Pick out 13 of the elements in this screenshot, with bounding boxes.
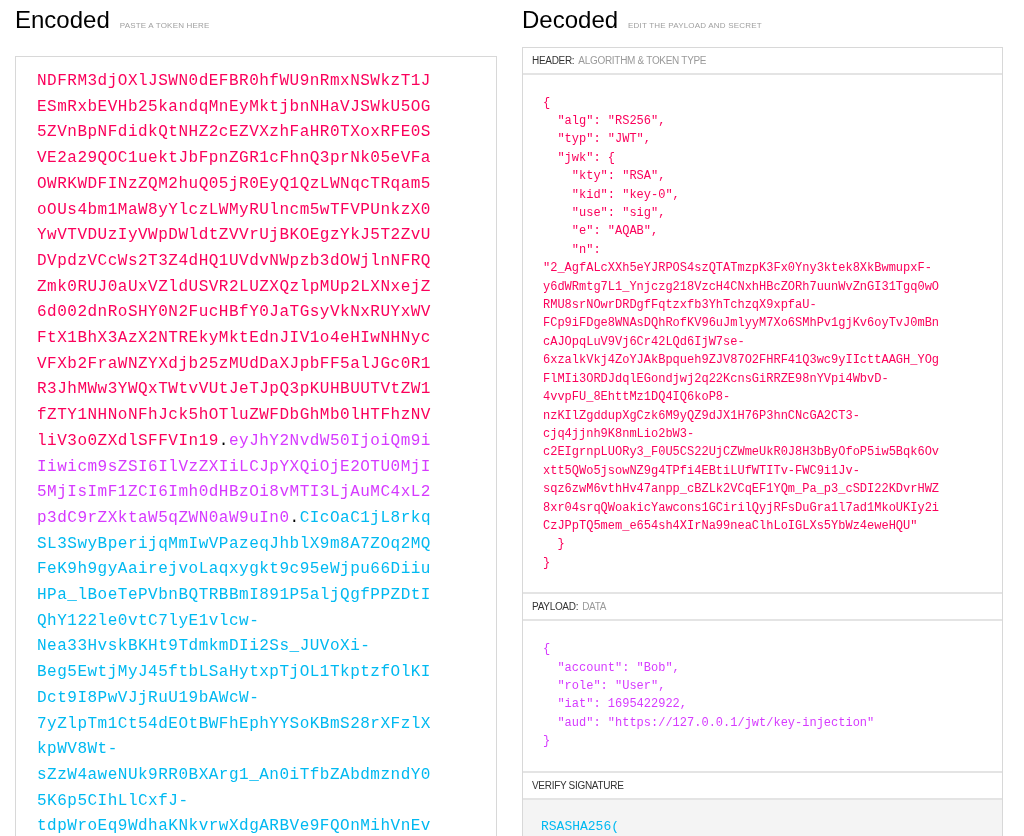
section-label: VERIFY SIGNATURE [532,779,624,791]
json-editor[interactable]: { "account": "Bob", "role": "User", "iat": 1695422922, "aud": "https://127.0.0.1/jwt/key-injection" } [523,621,1002,773]
section-label: PAYLOAD: [532,601,579,613]
section-sublabel: DATA [582,601,607,613]
section-sublabel: ALGORITHM & TOKEN TYPE [578,54,707,66]
section-subtitle: PASTE A TOKEN HERE [119,21,210,30]
section-subtitle: EDIT THE PAYLOAD AND SECRET [628,21,762,30]
section-title: Decoded [522,6,619,34]
section-label: HEADER: [532,54,575,66]
signature-editor[interactable]: RSASHA256( [523,799,1002,836]
section-title: Encoded [15,6,110,34]
json-editor[interactable]: { "alg": "RS256", "typ": "JWT", "jwk": { "kty": "RSA", "kid": "key-0", "use": "sig", "e": "AQAB", "n": "2_AgfALcXXh5eYJRPOS4szQTATmzpK3Fx0Yny3ktek8XkBwmupxF- y6dWRmtg7L1_Ynjczg218VzcH4CNxhHBcZORh7uunWvZnGI31Tgq0wO RMU8srNOwrDRDgfFqtzxfb3YhTchzqX9xpfaU- FCp9iFDge8WNAsDQhRofKV96uJmlyyM7Xo6SMhPv1gjKv6oyTvJ0mBn cAJOpqLuV9Vj6Cr42LQd6IjW7se- 6xzalkVkj4ZoYJAkBpqueh9ZJV87O2FHRF41Q3wc9yIIcttAAGH_YOg FlMIi3ORDJdqlEGondjwj2q22KcnsGiRRZE98nYVpi4WbvD- 4vvpFU_8EhttMz1DQ4IQ6koP8- nzKIlZgddupXgCzk6M9yQZ9dJX1H76P3hnCNcGA2CT3- cjq4jjnh9K8nmLio2bW3- c2EIgrnpLUORy3_F0U5CS22UjCZWmeUkR0J8H3bByOfoP5iw5Bqk6Ov xtt5QWo5jsowNZ9g4TPfi4EBtiLUfWTITv-FWC9i1Jv- sqz6zwM6vthHv47anpp_cBZLk2VCqEF1YQm_Pa_p3_cSDI22KDvrHWZ 8xr04srqQWoakicYawcons1GCirilQyjRFsDuGra1l7ad1MkoUKIy2i CzJPpTQ5mem_e654sh4XIrNa99neaClhLoIGLXs5YbWz4eweHQU" } } [523,74,1002,595]
token-input[interactable]: NDFRM3djOXlJSWN0dEFBR0hfWU9nRmxNSWkzT1J ESmRxbEVHb25kandqMnEyMktjbnNHaVJSWkU5OG 5ZVnBpNFdidkQtNHZ2cEZVXzhFaHR0TXoxRFE0S VE2a29QOC1uektJbFpnZGR1cFhnQ3prNk05eVFa OWRKWDFINzZQM2huQ05jR0EyQ1QzLWNqcTRqam5 oOUs4bm1MaW8yYlczLWMyRUlncm5wTFVPUnkzX0 YwVTVDUzIyVWpDWldtZVVrUjBKOEgzYkJ5T2ZvU DVpdzVCcWs2T3Z4dHQ1UVdvNWpzb3dOWjlnNFRQ Zmk0RUJ0aUxVZldUSVR2LUZXQzlpMUp2LXNxejZ 6d002dnRoSHY0N2FucHBfY0JaTGsyVkNxRUYxWV FtX1BhX3AzX2NTREkyMktEdnJIV1o4eHIwNHNyc VFXb2FraWNZYXdjb25zMUdDaXJpbFF5alJGc0R1 R3JhMWw3YWQxTWtvVUtJeTJpQ3pKUHBUUTVtZW1 fZTY1NHNoNFhJck5hOTluZWFDbGhMb0lHTFhzNV liV3o0ZXdlSFFVIn19.eyJhY2NvdW50IjoiQm9i Iiwicm9sZSI6IlVzZXIiLCJpYXQiOjE2OTU0MjI 5MjIsImF1ZCI6Imh0dHBzOi8vMTI3LjAuMC4xL2 p3dC9rZXktaW5qZWN0aW9uIn0.CIcOaC1jL8rkq SL3SwyBperijqMmIwVPazeqJhblX9m8A7ZOq2MQ FeK9h9gyAairejvoLaqxygkt9c95eWjpu66Diiu HPa_lBoeTePVbnBQTRBBmI891P5aljQgfPPZDtI QhY122le0vtC7lyE1vlcw- Nea33HvskBKHt9TdmkmDIi2Ss_JUVoXi- Beg5EwtjMyJ45ftbLSaHytxpTjOL1TkptzfOlKI Dct9I8PwVJjRuU19bAWcW- 7yZlpTm1Ct54dEOtBWFhEphYYSoKBmS28rXFzlX kpWV8Wt- sZzW4aweNUk9RR0BXArg1_An0iTfbZAbdmzndY0 5K6p5CIhLlCxfJ- tdpWroEq9WdhaKNkvrwXdgARBVe9FQOnMihVnEv [15,56,497,836]
